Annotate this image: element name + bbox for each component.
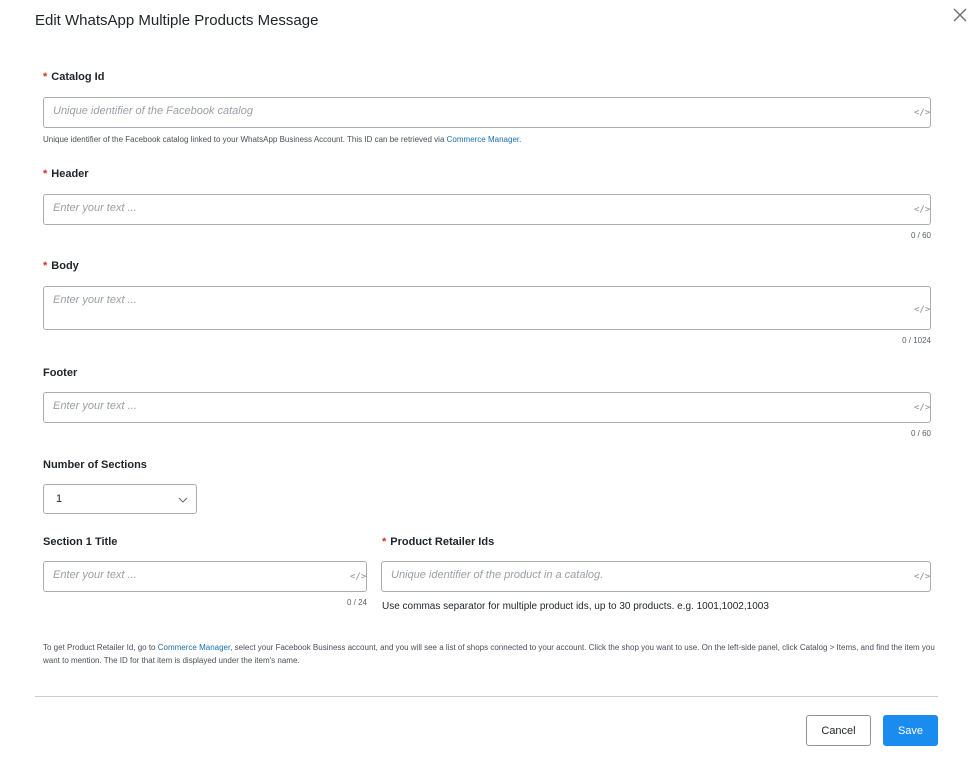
footer-label: Footer (43, 367, 78, 379)
header-label: * Header (43, 168, 89, 180)
section-1-title-counter: 0 / 24 (346, 598, 367, 607)
body-textarea[interactable]: Enter your text ... </> (43, 286, 931, 330)
required-marker: * (43, 260, 48, 272)
product-retailer-ids-input[interactable]: Unique identifier of the product in a ca… (381, 561, 931, 592)
retailer-id-instructions: To get Product Retailer Id, go to Commer… (43, 643, 935, 665)
header-counter: 0 / 60 (910, 231, 931, 240)
code-icon[interactable]: </> (914, 108, 930, 118)
product-retailer-ids-label: * Product Retailer Ids (382, 536, 495, 548)
chevron-down-icon (178, 497, 188, 503)
dialog-title: Edit WhatsApp Multiple Products Message (35, 12, 319, 29)
header-placeholder: Enter your text ... (53, 202, 137, 214)
close-icon[interactable] (951, 6, 969, 24)
product-retailer-ids-placeholder: Unique identifier of the product in a ca… (391, 569, 604, 581)
body-label: * Body (43, 260, 79, 272)
cancel-button[interactable]: Cancel (806, 715, 871, 746)
catalog-id-placeholder: Unique identifier of the Facebook catalo… (53, 105, 253, 117)
number-of-sections-label: Number of Sections (43, 459, 147, 471)
footer-placeholder: Enter your text ... (53, 400, 137, 412)
footer-counter: 0 / 60 (910, 429, 931, 438)
code-icon[interactable]: </> (914, 305, 930, 315)
footer-input[interactable]: Enter your text ... </> (43, 392, 931, 423)
product-retailer-ids-help: Use commas separator for multiple produc… (382, 601, 769, 612)
body-counter: 0 / 1024 (902, 336, 931, 345)
code-icon[interactable]: </> (914, 403, 930, 413)
required-marker: * (43, 168, 48, 180)
header-input[interactable]: Enter your text ... </> (43, 194, 931, 225)
catalog-id-label: * Catalog Id (43, 71, 105, 83)
code-icon[interactable]: </> (914, 205, 930, 215)
commerce-manager-link[interactable]: Commerce Manager (158, 643, 230, 652)
section-1-title-label: Section 1 Title (43, 536, 118, 548)
code-icon[interactable]: </> (914, 572, 930, 582)
number-of-sections-value: 1 (56, 493, 63, 505)
catalog-id-input[interactable]: Unique identifier of the Facebook catalo… (43, 97, 931, 128)
code-icon[interactable]: </> (350, 572, 366, 582)
required-marker: * (382, 536, 387, 548)
catalog-id-help: Unique identifier of the Facebook catalo… (43, 135, 522, 144)
body-placeholder: Enter your text ... (53, 294, 137, 306)
section-1-title-input[interactable]: Enter your text ... </> (43, 561, 367, 592)
section-1-title-placeholder: Enter your text ... (53, 569, 137, 581)
commerce-manager-link[interactable]: Commerce Manager (447, 135, 519, 144)
save-button[interactable]: Save (883, 715, 938, 746)
required-marker: * (43, 71, 48, 83)
number-of-sections-select[interactable]: 1 (43, 484, 197, 514)
footer-divider (35, 696, 938, 697)
